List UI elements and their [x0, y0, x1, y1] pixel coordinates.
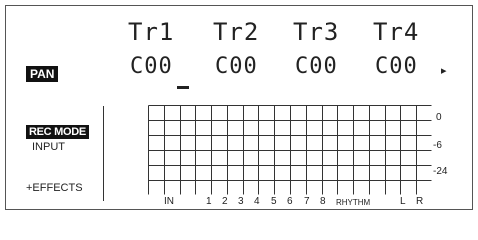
channel-label-rhythm: RHYTHM — [336, 198, 371, 207]
track-3-name: Tr3 — [293, 18, 340, 46]
edit-cursor — [177, 86, 189, 89]
effects-label: +EFFECTS — [26, 182, 83, 194]
channel-label-6: 6 — [287, 196, 293, 207]
rec-mode-label: REC MODE — [26, 125, 89, 139]
pan-mode-label: PAN — [26, 66, 59, 82]
channel-label-8: 8 — [320, 196, 326, 207]
scroll-right-icon: ▸ — [441, 65, 447, 77]
track-4-name: Tr4 — [373, 18, 420, 46]
track-3-pan-value[interactable]: C00 — [295, 56, 338, 78]
track-4-pan-value[interactable]: C00 — [375, 56, 418, 78]
db-label-24: -24 — [433, 166, 448, 177]
channel-label-r: R — [416, 196, 424, 207]
channel-label-in: IN — [164, 196, 174, 207]
track-1-name: Tr1 — [128, 18, 175, 46]
db-label-6: -6 — [433, 140, 442, 151]
channel-label-5: 5 — [271, 196, 277, 207]
track-2-name: Tr2 — [213, 18, 260, 46]
db-label-0: 0 — [436, 112, 442, 123]
channel-label-3: 3 — [238, 196, 244, 207]
channel-label-7: 7 — [304, 196, 310, 207]
mode-divider — [103, 106, 104, 201]
channel-label-4: 4 — [254, 196, 260, 207]
lcd-screen: Tr1 Tr2 Tr3 Tr4 PAN C00 C00 C00 C00 ▸ RE… — [5, 5, 473, 210]
channel-label-1: 1 — [206, 196, 212, 207]
channel-label-2: 2 — [222, 196, 228, 207]
level-meter-grid — [148, 105, 432, 195]
channel-label-l: L — [400, 196, 406, 207]
track-2-pan-value[interactable]: C00 — [215, 56, 258, 78]
track-1-pan-value[interactable]: C00 — [130, 56, 173, 78]
input-label: INPUT — [32, 141, 65, 153]
